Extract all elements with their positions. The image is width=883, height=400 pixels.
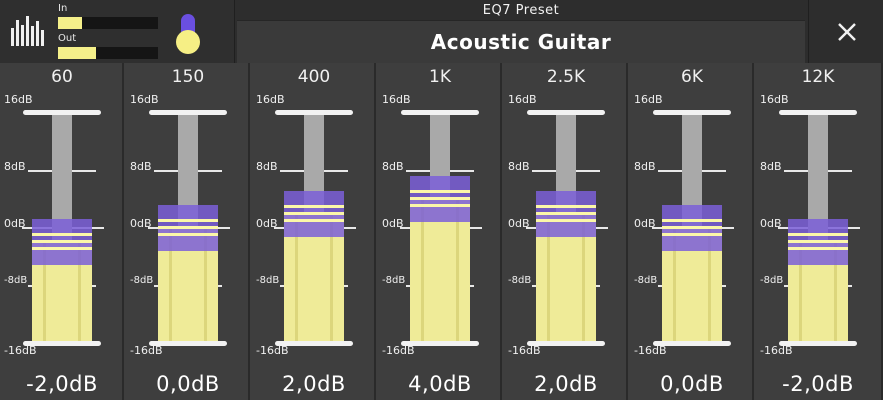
gain-slider-handle[interactable]	[158, 205, 218, 251]
equalizer-bars-icon[interactable]	[10, 16, 44, 46]
band-gain-value: 0,0dB	[156, 372, 220, 396]
scale-label-upper: 8dB	[4, 159, 26, 173]
band-frequency-label: 400	[297, 67, 331, 87]
output-level-meter	[58, 47, 158, 59]
scale-label-upper: 8dB	[508, 159, 530, 173]
scale-label-lower: -8dB	[634, 274, 658, 286]
level-meter-panel: In Out	[0, 0, 235, 63]
band-frequency-label: 60	[51, 67, 73, 87]
band-frequency-label: 150	[171, 67, 205, 87]
input-level-meter	[58, 17, 158, 29]
band-gain-value: -2,0dB	[26, 372, 98, 396]
eq-band-1k: 1K 16dB 8dB 0dB -8dB -16dB 4,0dB	[378, 63, 502, 400]
scale-label-top: 16dB	[760, 93, 789, 106]
eq-band-400: 400 16dB 8dB 0dB -8dB -16dB 2,0dB	[252, 63, 376, 400]
gain-slider-handle[interactable]	[788, 219, 848, 266]
scale-label-lower: -8dB	[130, 274, 154, 286]
band-frequency-label: 2.5K	[546, 67, 586, 87]
slider-top-cap	[653, 110, 731, 115]
scale-label-lower: -8dB	[4, 274, 28, 286]
eq-band-60: 60 16dB 8dB 0dB -8dB -16dB -2,0dB	[0, 63, 124, 400]
gain-slider-handle[interactable]	[284, 190, 344, 237]
eq-band-6k: 6K 16dB 8dB 0dB -8dB -16dB 0,0dB	[630, 63, 754, 400]
scale-label-top: 16dB	[130, 93, 159, 106]
slider-bottom-cap	[401, 341, 479, 346]
scale-label-top: 16dB	[634, 93, 663, 106]
input-level-fill	[58, 17, 82, 29]
band-gain-value: 2,0dB	[534, 372, 598, 396]
scale-label-lower: -8dB	[256, 274, 280, 286]
slider-bottom-cap	[275, 341, 353, 346]
slider-bottom-cap	[653, 341, 731, 346]
close-button[interactable]	[808, 0, 883, 63]
gain-slider-handle[interactable]	[410, 176, 470, 223]
slider-top-cap	[779, 110, 857, 115]
scale-label-upper: 8dB	[130, 159, 152, 173]
eq-bands: 60 16dB 8dB 0dB -8dB -16dB -2,0dB 150 16…	[0, 63, 883, 400]
scale-label-top: 16dB	[256, 93, 285, 106]
slider-bottom-cap	[149, 341, 227, 346]
slider-top-cap	[527, 110, 605, 115]
scale-label-top: 16dB	[382, 93, 411, 106]
band-frequency-label: 12K	[801, 67, 835, 87]
preset-name: Acoustic Guitar	[430, 30, 612, 54]
scale-label-top: 16dB	[508, 93, 537, 106]
eq-band-2-5k: 2.5K 16dB 8dB 0dB -8dB -16dB 2,0dB	[504, 63, 628, 400]
preset-selector[interactable]: EQ7 Preset Acoustic Guitar	[235, 0, 807, 63]
eq-band-150: 150 16dB 8dB 0dB -8dB -16dB 0,0dB	[126, 63, 250, 400]
gain-slider-handle[interactable]	[536, 190, 596, 237]
slider-top-cap	[149, 110, 227, 115]
band-gain-value: 4,0dB	[408, 372, 472, 396]
slider-top-cap	[401, 110, 479, 115]
slider-top-cap	[275, 110, 353, 115]
preset-name-box[interactable]: Acoustic Guitar	[237, 20, 805, 63]
scale-label-upper: 8dB	[256, 159, 278, 173]
slider-bottom-cap	[779, 341, 857, 346]
toggle-knob	[176, 30, 200, 54]
band-gain-value: 0,0dB	[660, 372, 724, 396]
scale-label-lower: -8dB	[760, 274, 784, 286]
preset-caption: EQ7 Preset	[482, 3, 560, 18]
slider-bottom-cap	[23, 341, 101, 346]
band-gain-value: -2,0dB	[782, 372, 854, 396]
slider-top-cap	[23, 110, 101, 115]
band-frequency-label: 1K	[429, 67, 451, 87]
band-frequency-label: 6K	[681, 67, 703, 87]
scale-label-top: 16dB	[4, 93, 33, 106]
scale-label-lower: -8dB	[382, 274, 406, 286]
output-meter-label: Out	[58, 33, 77, 44]
gain-slider-handle[interactable]	[662, 205, 722, 251]
eq-enable-toggle[interactable]	[175, 14, 201, 54]
eq-band-12k: 12K 16dB 8dB 0dB -8dB -16dB -2,0dB	[756, 63, 883, 400]
scale-label-lower: -8dB	[508, 274, 532, 286]
output-level-fill	[58, 47, 96, 59]
input-meter-label: In	[58, 3, 68, 14]
gain-slider-handle[interactable]	[32, 219, 92, 266]
scale-label-upper: 8dB	[634, 159, 656, 173]
close-icon	[838, 23, 856, 41]
slider-bottom-cap	[527, 341, 605, 346]
header-bar: In Out EQ7 Preset Acoustic Guitar	[0, 0, 883, 63]
scale-label-upper: 8dB	[382, 159, 404, 173]
band-gain-value: 2,0dB	[282, 372, 346, 396]
scale-label-upper: 8dB	[760, 159, 782, 173]
